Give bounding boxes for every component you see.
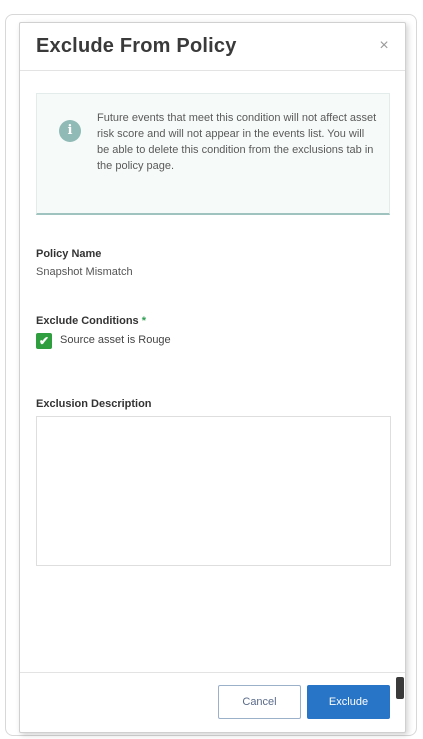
exclude-button[interactable]: Exclude bbox=[307, 685, 390, 719]
policy-name-value: Snapshot Mismatch bbox=[36, 266, 133, 278]
close-icon[interactable]: × bbox=[375, 37, 393, 55]
checkbox-checked-icon[interactable]: ✔ bbox=[36, 333, 52, 349]
exclude-conditions-label-text: Exclude Conditions bbox=[36, 315, 139, 327]
dialog-footer: Cancel Exclude bbox=[20, 672, 405, 733]
dialog-header: Exclude From Policy × bbox=[20, 23, 405, 71]
condition-label: Source asset is Rouge bbox=[60, 334, 171, 346]
dialog-title: Exclude From Policy bbox=[36, 35, 237, 57]
policy-name-label: Policy Name bbox=[36, 248, 102, 260]
info-notice: i Future events that meet this condition… bbox=[36, 93, 390, 215]
info-icon: i bbox=[59, 120, 81, 142]
cancel-button[interactable]: Cancel bbox=[218, 685, 301, 719]
exclude-from-policy-dialog: Exclude From Policy × i Future events th… bbox=[19, 22, 406, 733]
exclude-conditions-label: Exclude Conditions * bbox=[36, 315, 146, 327]
side-handle bbox=[396, 677, 404, 699]
exclusion-description-label: Exclusion Description bbox=[36, 398, 152, 410]
exclusion-description-input[interactable] bbox=[36, 416, 391, 566]
info-text: Future events that meet this condition w… bbox=[97, 112, 377, 172]
required-marker: * bbox=[141, 315, 147, 327]
